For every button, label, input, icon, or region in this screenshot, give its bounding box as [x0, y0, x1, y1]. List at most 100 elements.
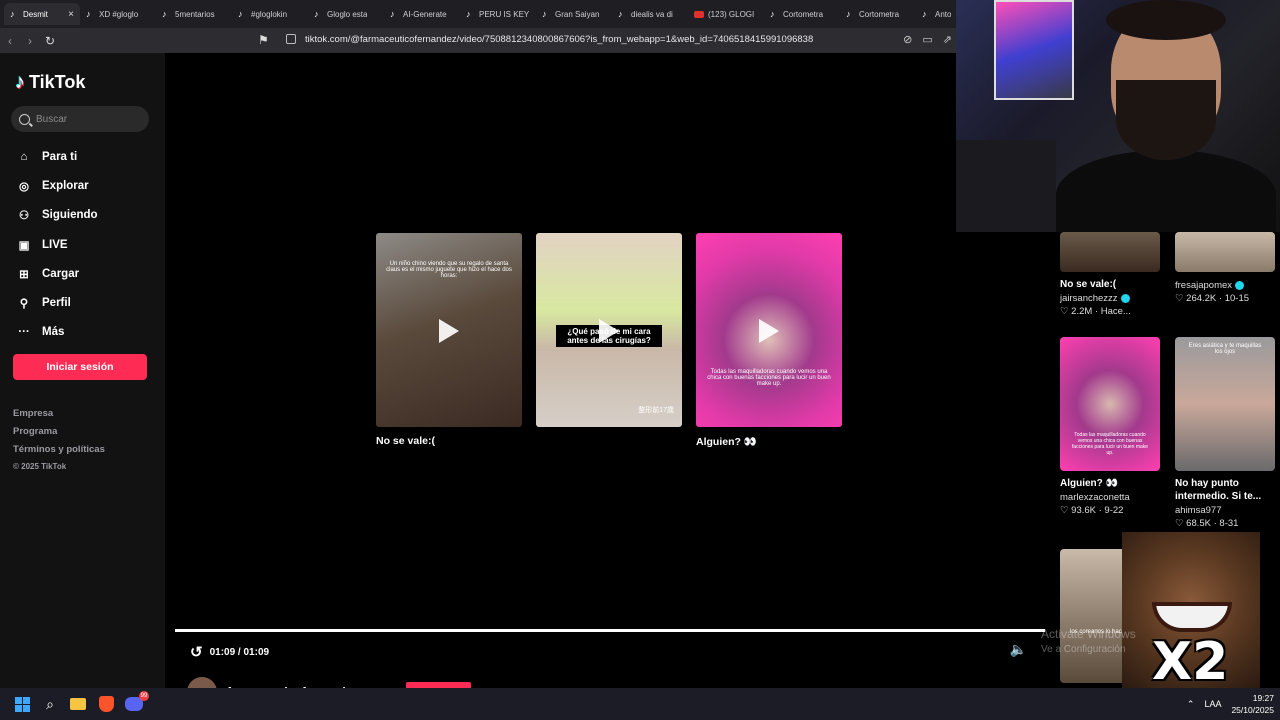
- footer-links: Empresa Programa Términos y políticas © …: [13, 408, 105, 480]
- close-tab-icon[interactable]: ×: [68, 9, 74, 20]
- feed-user[interactable]: jairsanchezzz: [1060, 293, 1160, 304]
- copyright: © 2025 TikTok: [13, 462, 67, 471]
- feed-meta: ♡ 68.5K · 8-31: [1175, 518, 1239, 529]
- meme-multiplier-text: X2: [1152, 632, 1229, 688]
- feed-username[interactable]: jairsanchezzz: [1060, 293, 1118, 304]
- video-progress-bar[interactable]: [175, 629, 1045, 632]
- browser-tab[interactable]: ♪ #gloglokin: [232, 3, 308, 25]
- recommendation-thumbnail[interactable]: Todas las maquilladoras cuando vemos una…: [696, 233, 842, 427]
- recommendation-thumbnail[interactable]: ¿Qué pasó de mi cara antes de las cirugí…: [536, 233, 682, 427]
- sidebar-item-m-s[interactable]: ··· Más: [16, 318, 98, 347]
- forward-button[interactable]: ›: [20, 34, 40, 48]
- search-box[interactable]: [11, 106, 149, 132]
- footer-link-terms[interactable]: Términos y políticas: [13, 444, 105, 462]
- recommendation-title[interactable]: Alguien? 👀: [696, 435, 842, 448]
- feed-user[interactable]: marlexzaconetta: [1060, 492, 1160, 503]
- browser-tab[interactable]: ♪ AI-Generate: [384, 3, 460, 25]
- footer-link-programa[interactable]: Programa: [13, 426, 105, 444]
- sidebar-item-siguiendo[interactable]: ⚇ Siguiendo: [16, 201, 98, 230]
- sidebar-item-cargar[interactable]: ⊞ Cargar: [16, 259, 98, 288]
- feed-title[interactable]: Alguien? 👀: [1060, 477, 1160, 490]
- browser-tab[interactable]: ♪ 5mentarios: [156, 3, 232, 25]
- folder-icon: [70, 698, 86, 710]
- end-screen-recommendations: Un niño chino viendo que su regalo de sa…: [376, 233, 842, 448]
- tab-title: Cortometra: [859, 9, 900, 19]
- tab-title: Cortometra: [783, 9, 824, 19]
- file-explorer-button[interactable]: [64, 690, 92, 718]
- share-icon[interactable]: ⇗: [943, 33, 952, 46]
- tab-title: XD #gloglo: [99, 9, 139, 19]
- browser-tab[interactable]: ♪ Gran Saiyan: [536, 3, 612, 25]
- sidebar-item-explorar[interactable]: ◎ Explorar: [16, 171, 98, 200]
- browser-tab[interactable]: (123) GLOGI: [688, 3, 764, 25]
- recommendation-card[interactable]: ¿Qué pasó de mi cara antes de las cirugí…: [536, 233, 682, 448]
- browser-tab[interactable]: ♪ diealis va di: [612, 3, 688, 25]
- feed-thumbnail[interactable]: [1175, 232, 1275, 272]
- watermark-title: Activate Windows: [1041, 627, 1136, 641]
- feed-card[interactable]: Todas las maquilladoras cuando vemos una…: [1060, 337, 1160, 516]
- browser-tab[interactable]: ♪ Cortometra: [764, 3, 840, 25]
- search-icon[interactable]: ⌕: [36, 690, 64, 718]
- no-tracking-icon[interactable]: ⊘: [903, 33, 912, 46]
- feed-username[interactable]: marlexzaconetta: [1060, 492, 1130, 503]
- recommendation-card[interactable]: Todas las maquilladoras cuando vemos una…: [696, 233, 842, 448]
- streamer-hair: [1106, 0, 1226, 40]
- tray-expand-icon[interactable]: ⌃: [1187, 699, 1195, 710]
- recommendation-card[interactable]: Un niño chino viendo que su regalo de sa…: [376, 233, 522, 448]
- feed-thumbnail[interactable]: [1060, 232, 1160, 272]
- tab-title: Desmit: [23, 9, 48, 19]
- login-button[interactable]: Iniciar sesión: [13, 354, 147, 380]
- feed-card[interactable]: Eres asiática y te maquillas los ojos No…: [1175, 337, 1275, 529]
- tab-title: PERU IS KEY: [479, 9, 530, 19]
- feed-thumbnail[interactable]: Eres asiática y te maquillas los ojos: [1175, 337, 1275, 471]
- reader-mode-icon[interactable]: ▭: [922, 33, 932, 46]
- feed-thumbnail[interactable]: Todas las maquilladoras cuando vemos una…: [1060, 337, 1160, 471]
- feed-title[interactable]: No hay punto intermedio. Si te...: [1175, 477, 1275, 503]
- feed-username[interactable]: ahimsa977: [1175, 505, 1221, 516]
- recommendation-title[interactable]: No se vale:(: [376, 435, 522, 447]
- volume-icon[interactable]: 🔈: [1010, 641, 1027, 658]
- browser-tab[interactable]: ♪ Cortometra: [840, 3, 916, 25]
- thumbnail-caption: Todas las maquilladoras cuando vemos una…: [1071, 432, 1149, 456]
- tiktok-sidebar: ♪ TikTok ⌂ Para ti ◎ Explorar ⚇ Siguiendo ▣ LIV…: [0, 53, 165, 688]
- brave-browser-button[interactable]: [92, 690, 120, 718]
- language-indicator[interactable]: LAA: [1204, 699, 1221, 709]
- browser-tab[interactable]: ♪ PERU IS KEY: [460, 3, 536, 25]
- verified-icon: [1120, 294, 1130, 303]
- play-icon[interactable]: [759, 319, 779, 343]
- bookmark-icon[interactable]: ⚑: [258, 33, 269, 47]
- play-icon[interactable]: [439, 319, 459, 343]
- footer-link-empresa[interactable]: Empresa: [13, 408, 105, 426]
- discord-button[interactable]: 99: [120, 690, 149, 718]
- feed-card[interactable]: No se vale:( jairsanchezzz ♡ 2.2M · Hace…: [1060, 232, 1160, 317]
- sidebar-item-para-ti[interactable]: ⌂ Para ti: [16, 142, 98, 171]
- clock[interactable]: 19:27 25/10/2025: [1231, 692, 1274, 716]
- feed-user[interactable]: ahimsa977: [1175, 505, 1275, 516]
- browser-tab[interactable]: ♪ XD #gloglo: [80, 3, 156, 25]
- feed-card[interactable]: fresajapomex ♡ 264.2K · 10-15: [1175, 232, 1275, 304]
- feed-username[interactable]: fresajapomex: [1175, 280, 1232, 291]
- sidebar-item-perfil[interactable]: ⚲ Perfil: [16, 288, 98, 317]
- address-bar[interactable]: tiktok.com/@farmaceuticofernandez/video/…: [305, 34, 813, 45]
- tiktok-logo[interactable]: ♪ TikTok: [15, 71, 85, 94]
- sidebar-item-live[interactable]: ▣ LIVE: [16, 230, 98, 259]
- reload-button[interactable]: ↻: [40, 34, 60, 48]
- home-icon: ⌂: [20, 150, 28, 163]
- play-icon[interactable]: [599, 319, 619, 343]
- replay-icon[interactable]: ↺: [190, 643, 203, 661]
- site-settings-icon[interactable]: [286, 34, 296, 44]
- back-button[interactable]: ‹: [0, 34, 20, 48]
- recommendation-thumbnail[interactable]: Un niño chino viendo que su regalo de sa…: [376, 233, 522, 427]
- browser-tab[interactable]: ♪ Gloglo esta: [308, 3, 384, 25]
- streamer-shirt: [1056, 150, 1276, 232]
- browser-tab[interactable]: ♪ Desmit ×: [4, 3, 80, 25]
- start-button[interactable]: [8, 690, 36, 718]
- sidebar-item-label: LIVE: [42, 238, 68, 251]
- video-player: Un niño chino viendo que su regalo de sa…: [175, 53, 1045, 707]
- feed-user[interactable]: fresajapomex: [1175, 280, 1275, 291]
- address-bar-actions: ⊘ ▭ ⇗: [903, 33, 952, 46]
- background-chair: [956, 140, 1056, 232]
- feed-title[interactable]: No se vale:(: [1060, 278, 1160, 291]
- thumbnail-caption: Eres asiática y te maquillas los ojos: [1188, 343, 1262, 355]
- search-input[interactable]: [36, 113, 136, 125]
